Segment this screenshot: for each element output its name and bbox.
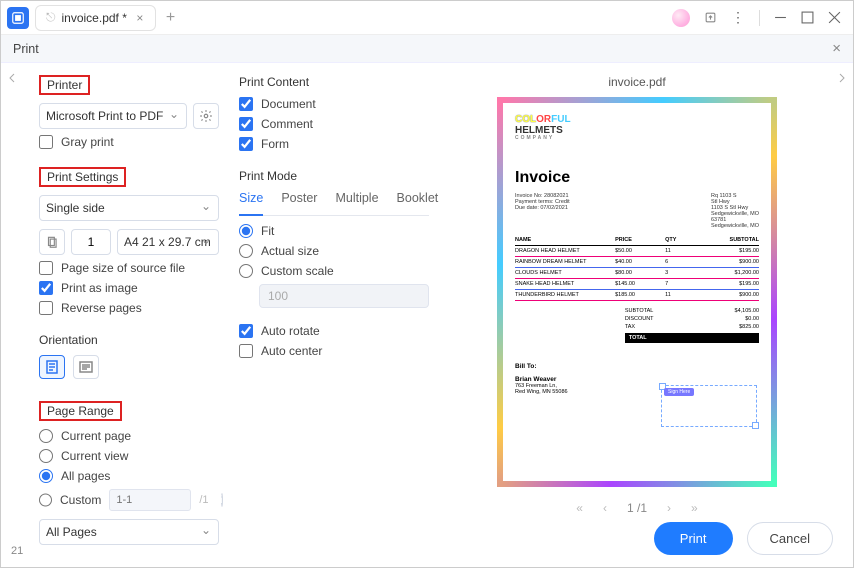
- gray-print-checkbox[interactable]: [39, 135, 53, 149]
- orientation-portrait-button[interactable]: [39, 355, 65, 379]
- comment-checkbox[interactable]: [239, 117, 253, 131]
- tab-close-icon[interactable]: ×: [133, 11, 147, 25]
- new-tab-button[interactable]: +: [166, 9, 175, 27]
- cancel-button[interactable]: Cancel: [747, 522, 833, 555]
- tab-multiple[interactable]: Multiple: [335, 191, 378, 209]
- fit-radio[interactable]: [239, 224, 253, 238]
- print-content-label: Print Content: [239, 75, 429, 89]
- current-view-radio[interactable]: [39, 449, 53, 463]
- scale-input[interactable]: [259, 284, 429, 308]
- close-window-icon[interactable]: [828, 11, 841, 24]
- auto-rotate-checkbox[interactable]: [239, 324, 253, 338]
- printer-section-label: Printer: [39, 75, 90, 95]
- tab-title: invoice.pdf *: [62, 11, 127, 25]
- duplex-select[interactable]: Single side: [39, 195, 219, 221]
- tab-booklet[interactable]: Booklet: [397, 191, 439, 209]
- sign-here-button[interactable]: Sign Here: [664, 388, 694, 396]
- paper-size-select[interactable]: A4 21 x 29.7 cm: [117, 229, 219, 255]
- auto-center-checkbox[interactable]: [239, 344, 253, 358]
- chevron-left-icon[interactable]: [7, 73, 17, 83]
- logo: COLORFUL HELMETS COMPANY: [515, 115, 759, 141]
- app-icon[interactable]: [7, 7, 29, 29]
- orientation-label: Orientation: [39, 333, 219, 347]
- copies-icon: [39, 229, 65, 255]
- dialog-close-icon[interactable]: ×: [832, 40, 841, 57]
- print-as-image-checkbox[interactable]: [39, 281, 53, 295]
- pager-last-icon[interactable]: »: [691, 501, 698, 515]
- account-icon[interactable]: [672, 9, 690, 27]
- tab-poster[interactable]: Poster: [281, 191, 317, 209]
- page-filter-select[interactable]: All Pages: [39, 519, 219, 545]
- actual-size-radio[interactable]: [239, 244, 253, 258]
- share-icon[interactable]: [704, 11, 717, 24]
- pager-next-icon[interactable]: ›: [667, 501, 671, 515]
- custom-scale-radio[interactable]: [239, 264, 253, 278]
- chevron-right-icon[interactable]: [837, 73, 847, 83]
- maximize-icon[interactable]: [801, 11, 814, 24]
- copies-input[interactable]: [71, 229, 111, 255]
- print-button[interactable]: Print: [654, 522, 733, 555]
- form-checkbox[interactable]: [239, 137, 253, 151]
- print-mode-label: Print Mode: [239, 169, 429, 183]
- menu-icon[interactable]: ⋮: [731, 9, 745, 26]
- info-icon[interactable]: i: [221, 493, 223, 507]
- signature-field[interactable]: Sign Here: [661, 385, 757, 427]
- page-range-section-label: Page Range: [39, 401, 122, 421]
- invoice-heading: Invoice: [515, 169, 759, 187]
- document-checkbox[interactable]: [239, 97, 253, 111]
- printer-select[interactable]: Microsoft Print to PDF: [39, 103, 187, 129]
- pager-prev-icon[interactable]: ‹: [603, 501, 607, 515]
- custom-range-radio[interactable]: [39, 493, 52, 507]
- dialog-title: Print: [13, 42, 39, 56]
- pager-first-icon[interactable]: «: [576, 501, 583, 515]
- invoice-table: NAMEPRICEQTYSUBTOTAL DRAGON HEAD HELMET$…: [515, 237, 759, 301]
- preview-page: COLORFUL HELMETS COMPANY Invoice Invoice…: [497, 97, 777, 487]
- print-settings-section-label: Print Settings: [39, 167, 126, 187]
- all-pages-radio[interactable]: [39, 469, 53, 483]
- custom-range-input[interactable]: [109, 489, 191, 511]
- current-page-radio[interactable]: [39, 429, 53, 443]
- tab-size[interactable]: Size: [239, 191, 263, 216]
- reverse-pages-checkbox[interactable]: [39, 301, 53, 315]
- orientation-landscape-button[interactable]: [73, 355, 99, 379]
- page-number-indicator: 21: [11, 545, 23, 557]
- source-size-checkbox[interactable]: [39, 261, 53, 275]
- printer-settings-button[interactable]: [193, 103, 219, 129]
- minimize-icon[interactable]: [774, 11, 787, 24]
- pager-current: 1: [627, 501, 634, 515]
- document-tab[interactable]: ⎋ invoice.pdf * ×: [35, 5, 156, 31]
- preview-filename: invoice.pdf: [608, 75, 665, 89]
